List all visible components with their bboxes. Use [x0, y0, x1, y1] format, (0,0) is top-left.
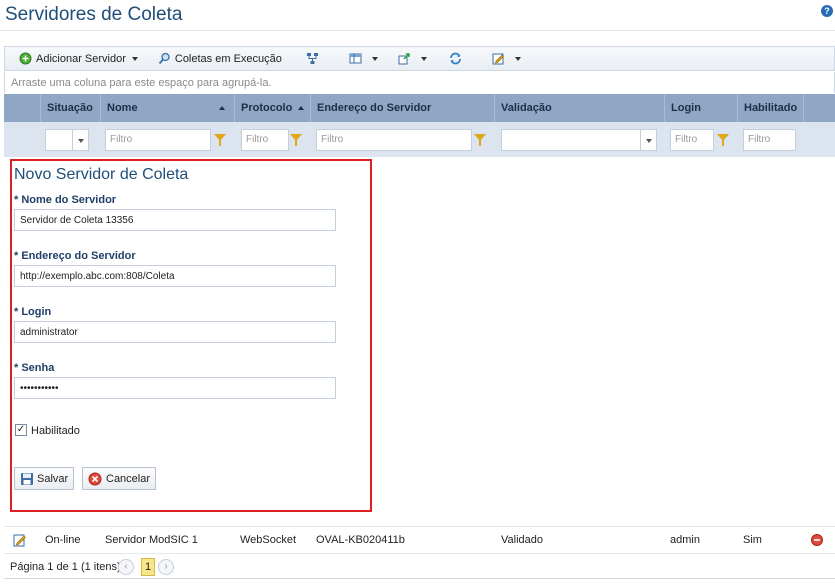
magnifier-icon [158, 52, 170, 65]
header-nome[interactable]: Nome [100, 94, 234, 122]
edit-icon[interactable] [13, 533, 27, 547]
filter-habilitado-input[interactable]: Filtro [743, 129, 796, 151]
cell-endereco: OVAL-KB020411b [316, 534, 405, 546]
add-circle-icon [19, 52, 32, 65]
server-name-input[interactable]: Servidor de Coleta 13356 [14, 209, 336, 231]
chevron-down-icon [640, 130, 656, 150]
cell-login: admin [670, 534, 700, 546]
cell-situacao: On-line [45, 534, 81, 546]
chevron-down-icon [514, 56, 521, 61]
password-input[interactable]: ••••••••••• [14, 377, 336, 399]
chevron-down-icon [420, 56, 427, 61]
server-address-input[interactable]: http://exemplo.abc.com:808/Coleta [14, 265, 336, 287]
hierarchy-icon [306, 53, 318, 64]
save-label: Salvar [37, 472, 69, 485]
cell-protocolo: WebSocket [240, 534, 297, 546]
toolbar: Adicionar Servidor Coletas em Execução [4, 46, 835, 71]
sort-ascending-icon [219, 106, 225, 110]
form-title: Novo Servidor de Coleta [14, 166, 189, 183]
sort-ascending-icon [298, 106, 304, 110]
chevron-down-icon [72, 130, 88, 150]
current-page-button[interactable]: 1 [141, 558, 155, 576]
add-server-label: Adicionar Servidor [36, 52, 126, 65]
header-login[interactable]: Login [664, 94, 737, 122]
running-collections-button[interactable]: Coletas em Execução [158, 47, 282, 70]
columns-menu-button[interactable] [349, 47, 378, 70]
save-button[interactable]: Salvar [14, 467, 75, 490]
page-title: Servidores de Coleta [5, 4, 183, 25]
header-spacer [4, 94, 40, 122]
cancel-label: Cancelar [106, 472, 151, 485]
funnel-icon[interactable] [717, 134, 729, 146]
cancel-icon [88, 472, 102, 485]
header-habilitado[interactable]: Habilitado [737, 94, 803, 122]
enabled-label: Habilitado [31, 425, 80, 437]
refresh-icon [449, 52, 461, 65]
filter-nome-input[interactable]: Filtro [105, 129, 211, 151]
cell-validacao: Validado [501, 534, 543, 546]
funnel-icon[interactable] [290, 134, 302, 146]
header-actions [803, 94, 835, 122]
grid-header: Situação Nome Protocolo Endereço do Serv… [4, 94, 835, 122]
header-situacao[interactable]: Situação [40, 94, 100, 122]
export-menu-button[interactable] [398, 47, 427, 70]
enabled-checkbox[interactable]: ✓ [15, 424, 27, 436]
header-endereco[interactable]: Endereço do Servidor [310, 94, 494, 122]
next-page-button[interactable]: › [158, 559, 174, 575]
title-divider [0, 30, 835, 31]
filter-protocolo-input[interactable]: Filtro [241, 129, 289, 151]
filter-endereco-input[interactable]: Filtro [316, 129, 472, 151]
filter-login-input[interactable]: Filtro [670, 129, 714, 151]
group-drop-area[interactable]: Arraste uma coluna para este espaço para… [4, 72, 835, 93]
header-protocolo[interactable]: Protocolo [234, 94, 310, 122]
header-nome-label: Nome [107, 102, 138, 114]
add-server-button[interactable]: Adicionar Servidor [19, 47, 138, 70]
running-collections-label: Coletas em Execução [174, 52, 282, 65]
password-label: * Senha [14, 362, 55, 374]
floppy-disk-icon [21, 472, 33, 485]
refresh-button[interactable] [449, 47, 466, 70]
login-label: * Login [14, 306, 52, 318]
filter-validacao-select[interactable] [501, 129, 657, 151]
login-input[interactable]: administrator [14, 321, 336, 343]
filter-row: Filtro Filtro Filtro Filtro Filtro [4, 122, 835, 157]
pager: Página 1 de 1 (1 itens) ‹ 1 › [4, 553, 835, 579]
table-row[interactable]: On-line Servidor ModSIC 1 WebSocket OVAL… [4, 526, 835, 552]
cancel-button[interactable]: Cancelar [82, 467, 157, 490]
header-validacao[interactable]: Validação [494, 94, 664, 122]
cell-nome: Servidor ModSIC 1 [105, 534, 198, 546]
pager-summary: Página 1 de 1 (1 itens) [10, 561, 121, 573]
edit-menu-button[interactable] [492, 47, 521, 70]
delete-icon[interactable] [811, 534, 823, 546]
help-icon[interactable]: ? [821, 5, 833, 17]
edit-icon [492, 53, 504, 65]
funnel-icon[interactable] [214, 134, 226, 146]
export-icon [398, 53, 410, 65]
previous-page-button[interactable]: ‹ [118, 559, 134, 575]
filter-situacao-select[interactable] [45, 129, 89, 151]
cell-habilitado: Sim [743, 534, 762, 546]
hierarchy-view-button[interactable] [306, 47, 323, 70]
funnel-icon[interactable] [474, 134, 486, 146]
columns-icon [349, 53, 362, 64]
chevron-down-icon [131, 56, 138, 61]
chevron-down-icon [371, 56, 378, 61]
server-name-label: * Nome do Servidor [14, 194, 117, 206]
header-protocolo-label: Protocolo [241, 102, 293, 114]
server-address-label: * Endereço do Servidor [14, 250, 136, 262]
